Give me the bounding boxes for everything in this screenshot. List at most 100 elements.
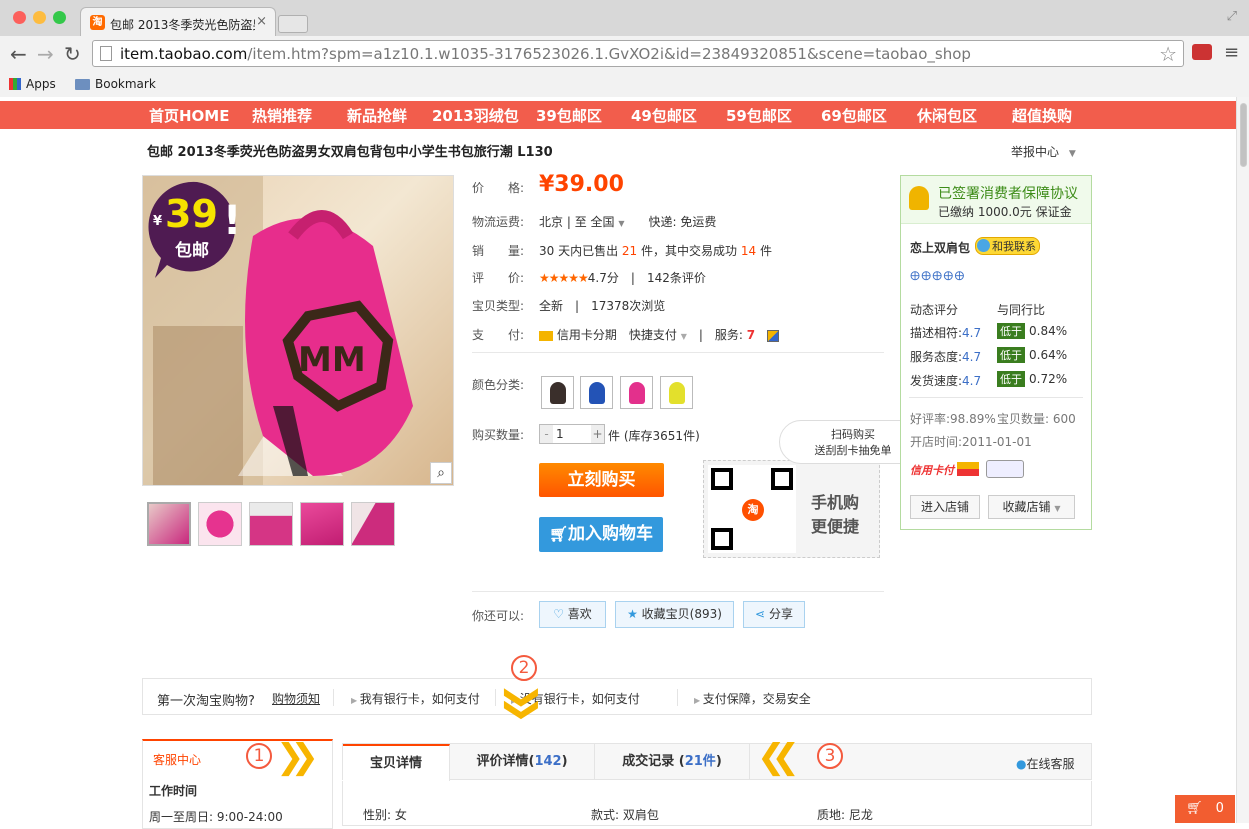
url-text[interactable]: item.taobao.com/item.htm?spm=a1z10.1.w10… [120,45,971,63]
bookmark-folder[interactable]: Bookmark [75,77,156,91]
new-tab-button[interactable] [278,15,308,33]
attr-material: 质地: 尼龙 [817,808,873,822]
color-option-pink[interactable] [620,376,653,409]
forward-icon[interactable]: → [37,42,54,66]
thumbnail-5[interactable] [351,502,395,546]
zoom-icon[interactable]: ⌕ [430,462,452,484]
payment-safety-link[interactable]: ▶ 支付保障，交易安全 [694,690,811,707]
color-option-yellow[interactable] [660,376,693,409]
compare-row-service: 低于 0.64% [997,347,1067,363]
quantity-decrease-button[interactable]: - [540,425,553,443]
guarantee-icon [909,186,929,210]
nav-new[interactable]: 新品抢鲜 [347,105,407,126]
qr-code[interactable]: 淘 [708,465,796,553]
pay-with-card-link[interactable]: ▶ 我有银行卡，如何支付 [351,690,480,707]
quantity-increase-button[interactable]: + [591,425,604,443]
attr-style: 款式: 双肩包 [591,808,659,822]
nav-down[interactable]: 2013羽绒包 [432,105,519,126]
close-tab-icon[interactable]: × [256,14,267,29]
service-7day-icon[interactable]: 7 [747,328,755,342]
deposit-text: 已缴纳 1000.0元 保证金 [938,205,1072,219]
store-info-box: 已签署消费者保障协议 已缴纳 1000.0元 保证金 恋上双肩包 和我联系 🜨🜨… [900,175,1092,530]
add-to-cart-button[interactable]: 🛒︎加入购物车 [539,517,663,552]
divider [677,689,678,706]
compare-row-desc: 低于 0.84% [997,323,1067,339]
bookmark-apps[interactable]: Apps [9,77,56,91]
quantity-stepper[interactable]: - 1 + [539,424,605,444]
shop-nav-bar: 首页HOME 热销推荐 新品抢鲜 2013羽绒包 39包邮区 49包邮区 59包… [0,101,1236,129]
product-main-image[interactable]: MM ¥ 39 包邮 ! ⌕ [142,175,454,486]
nav-home[interactable]: 首页HOME [149,105,229,126]
color-option-black[interactable] [541,376,574,409]
address-bar[interactable]: item.taobao.com/item.htm?spm=a1z10.1.w10… [92,40,1184,67]
annotation-arrow-right: ❯❯ [276,737,319,777]
scrollbar[interactable] [1236,97,1249,823]
score-row-service[interactable]: 服务态度:4.7 [910,348,981,365]
contact-seller-button[interactable]: 和我联系 [975,237,1040,255]
seller-level-icon: 🜨🜨🜨🜨🜨 [910,269,966,283]
nav-casual[interactable]: 休闲包区 [917,105,977,126]
nav-49[interactable]: 49包邮区 [631,105,697,126]
rating-info[interactable]: ★★★★★4.7分 | 142条评价 [539,269,706,286]
bookmark-star-icon[interactable]: ☆ [1159,42,1177,66]
scrollbar-thumb[interactable] [1240,103,1247,167]
also-label: 你还可以: [472,609,525,623]
price-label: 价 格: [472,181,525,195]
annotation-1: 1 [246,743,272,769]
shopping-guide-link[interactable]: 购物须知 [272,690,320,707]
enter-shop-button[interactable]: 进入店铺 [910,495,980,519]
share-button[interactable]: ⋖ 分享 [743,601,805,628]
tab-title: 包邮 2013冬季荧光色防盗男 [110,18,255,32]
collect-shop-button[interactable]: 收藏店铺 ▼ [988,495,1075,519]
nav-69[interactable]: 69包邮区 [821,105,887,126]
price-value: ¥39.00 [539,172,624,197]
tab-reviews[interactable]: 评价详情(142) [450,744,595,780]
reload-icon[interactable]: ↻ [64,42,81,66]
cart-icon: 🛒︎ [548,525,569,543]
nav-39[interactable]: 39包邮区 [536,105,602,126]
collect-item-button[interactable]: ★ 收藏宝贝(893) [615,601,734,628]
maximize-window-button[interactable] [53,11,66,24]
thumbnail-3[interactable] [249,502,293,546]
score-row-delivery[interactable]: 发货速度:4.7 [910,372,981,389]
browser-tab[interactable]: 淘 包邮 2013冬季荧光色防盗男 × [80,7,276,36]
back-icon[interactable]: ← [10,42,27,66]
nav-bargain[interactable]: 超值换购 [1012,105,1072,126]
shipping-destination-dropdown[interactable]: 全国 [591,215,615,229]
qr-text-2: 更便捷 [811,517,860,536]
like-button[interactable]: ♡ 喜欢 [539,601,606,628]
nav-hot[interactable]: 热销推荐 [252,105,312,126]
score-row-desc[interactable]: 描述相符:4.7 [910,324,981,341]
type-label: 宝贝类型: [472,299,525,313]
fullscreen-icon[interactable]: ⤢ [1227,9,1237,24]
buy-now-button[interactable]: 立刻购买 [539,463,664,497]
nav-59[interactable]: 59包邮区 [726,105,792,126]
tab-item-details[interactable]: 宝贝详情 [343,744,450,781]
extension-icon[interactable] [1192,44,1212,60]
tab-strip: 淘 包邮 2013冬季荧光色防盗男 × ⤢ [0,0,1249,36]
report-center-link[interactable]: 举报中心 ▼ [1011,143,1076,160]
tab-transactions[interactable]: 成交记录 (21件) [595,744,750,780]
store-name[interactable]: 恋上双肩包 [910,239,970,256]
thumbnail-2[interactable] [198,502,242,546]
quantity-input[interactable]: 1 [556,427,564,441]
thumbnail-1[interactable] [147,502,191,546]
bookmarks-bar: Apps Bookmark [0,72,1249,97]
sales-label: 销 量: [472,244,525,258]
close-window-button[interactable] [13,11,26,24]
online-service-link[interactable]: ●在线客服 [1016,755,1075,772]
color-option-blue[interactable] [580,376,613,409]
qr-box[interactable]: 淘 手机购 更便捷 [703,460,880,558]
menu-icon[interactable]: ≡ [1224,42,1239,63]
service-badge-icon[interactable] [767,329,780,342]
wangwang-icon [977,239,990,252]
divider [472,591,884,592]
stock-info: 件 (库存3651件) [608,429,700,443]
service-title: 客服中心 [153,753,202,767]
guarantee-text[interactable]: 已签署消费者保障协议 [938,183,1078,203]
floating-cart-button[interactable]: 🛒︎ 0 [1175,795,1235,823]
star-icon: ★ [627,607,638,621]
service-hours: 周一至周日: 9:00-24:00 [149,810,283,824]
thumbnail-4[interactable] [300,502,344,546]
minimize-window-button[interactable] [33,11,46,24]
